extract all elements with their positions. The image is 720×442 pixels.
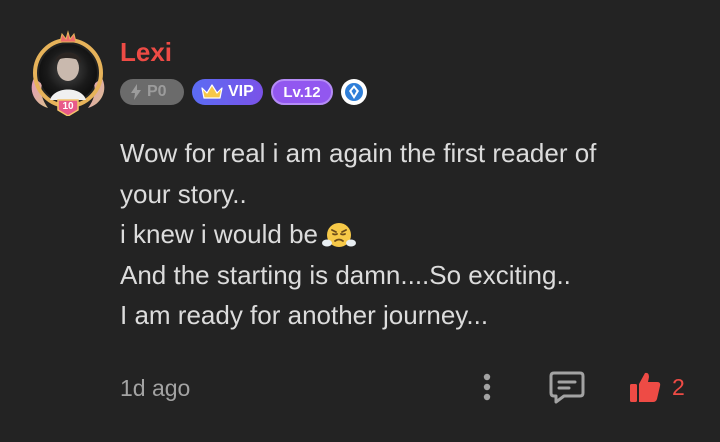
face-with-steam-from-nose-emoji — [322, 223, 356, 247]
thumbs-up-icon — [630, 372, 661, 402]
username[interactable]: Lexi — [120, 36, 172, 68]
power-badge-label: P0 — [147, 83, 167, 100]
level-badge-label: Lv.12 — [283, 83, 321, 101]
like-button[interactable]: 2 — [628, 367, 698, 407]
comment-line-with-emoji: i knew i would be — [120, 214, 700, 255]
like-count: 2 — [672, 373, 685, 400]
diamond-badge[interactable] — [341, 79, 367, 105]
vip-badge-label: VIP — [228, 83, 254, 100]
lightning-icon — [130, 84, 142, 100]
comment-icon[interactable] — [548, 369, 586, 405]
more-vertical-icon[interactable] — [476, 371, 498, 403]
comment-line: your story.. — [120, 178, 247, 209]
avatar-level-badge: 10 — [62, 101, 74, 112]
diamond-icon — [345, 83, 363, 101]
comment-timestamp: 1d ago — [120, 375, 191, 401]
avatar[interactable]: 10 — [26, 30, 110, 116]
comment-line: And the starting is damn....So exciting.… — [120, 259, 571, 290]
comment-line-text: i knew i would be — [120, 219, 318, 249]
level-badge[interactable]: Lv.12 — [271, 79, 333, 105]
power-badge[interactable]: P0 — [120, 79, 184, 105]
crown-icon — [200, 83, 224, 101]
comment-body: Wow for real i am again the first reader… — [120, 133, 700, 336]
comment-line: Wow for real i am again the first reader… — [120, 138, 597, 168]
vip-badge[interactable]: VIP — [192, 79, 263, 105]
comment-line: I am ready for another journey... — [120, 300, 489, 330]
comment-card: 10 Lexi P0 VIP Lv.12 Wow for real i am a… — [0, 0, 720, 442]
user-badges: P0 VIP Lv.12 — [120, 79, 367, 105]
